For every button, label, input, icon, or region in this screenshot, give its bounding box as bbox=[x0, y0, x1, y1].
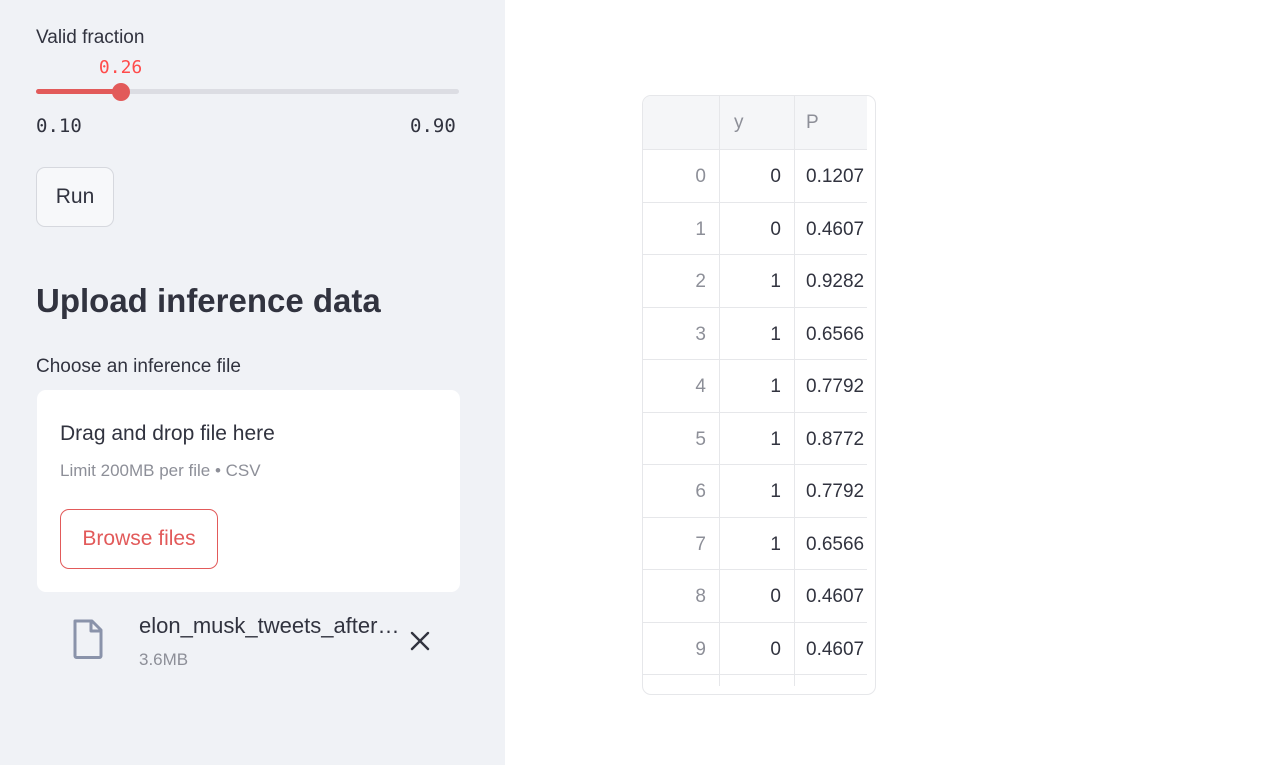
cell-p-value: 0.4607 bbox=[806, 586, 865, 607]
cell-p-value: 0.7792 bbox=[806, 376, 865, 397]
cell-y-value: 0 bbox=[770, 586, 781, 607]
cell-p-value: 0.4607 bbox=[806, 638, 865, 660]
file-dropzone[interactable]: Drag and drop file here Limit 200MB per … bbox=[37, 390, 460, 592]
column-divider bbox=[794, 96, 795, 686]
cell-y-value: 1 bbox=[770, 533, 781, 555]
uploaded-file-size: 3.6MB bbox=[139, 650, 189, 669]
cell-p-value: 0.4607 bbox=[806, 218, 865, 240]
table-row[interactable]: 3 1 0.6566 bbox=[643, 308, 867, 360]
cell-p-value: 0.6566 bbox=[806, 323, 865, 345]
slider-fill bbox=[36, 89, 121, 94]
uploaded-file-name: elon_musk_tweets_after_cleaning.csv bbox=[139, 613, 407, 638]
column-header-y[interactable]: y bbox=[734, 112, 744, 134]
file-icon bbox=[73, 619, 103, 659]
table-row[interactable]: 7 1 0.6566 bbox=[643, 518, 867, 570]
row-index: 9 bbox=[695, 638, 706, 660]
slider-value: 0.26 bbox=[98, 57, 143, 78]
cell-y-value: 0 bbox=[770, 638, 781, 660]
table-row[interactable]: 9 0 0.4607 bbox=[643, 623, 867, 675]
slider-label: Valid fraction bbox=[36, 27, 145, 48]
row-index: 1 bbox=[695, 218, 706, 240]
table-row[interactable]: 2 1 0.9282 bbox=[643, 255, 867, 308]
cell-y-value: 1 bbox=[770, 428, 781, 450]
column-header-p[interactable]: P bbox=[806, 112, 819, 134]
table-header: y P bbox=[643, 96, 867, 150]
column-divider bbox=[719, 96, 720, 686]
table-row[interactable]: 6 1 0.7792 bbox=[643, 465, 867, 518]
slider-min-label: 0.10 bbox=[36, 115, 82, 137]
cell-y-value: 0 bbox=[770, 166, 781, 187]
cell-y-value: 0 bbox=[770, 218, 781, 240]
table-row[interactable]: 4 1 0.7792 bbox=[643, 360, 867, 413]
row-index: 3 bbox=[695, 323, 706, 345]
results-table[interactable]: y P 0 0 0.1207 1 0 0.4607 2 1 0.9282 3 1 0.6566 4 1 0.… bbox=[642, 95, 876, 695]
valid-fraction-slider[interactable] bbox=[36, 82, 459, 101]
table-row[interactable]: 5 1 0.8772 bbox=[643, 413, 867, 465]
row-index: 5 bbox=[695, 428, 706, 450]
dropzone-title: Drag and drop file here bbox=[60, 422, 275, 445]
uploader-label: Choose an inference file bbox=[36, 356, 241, 377]
section-heading: Upload inference data bbox=[36, 282, 381, 319]
slider-max-label: 0.90 bbox=[410, 115, 456, 137]
row-index: 7 bbox=[695, 533, 706, 555]
cell-y-value: 1 bbox=[770, 481, 781, 502]
table-row[interactable]: 8 0 0.4607 bbox=[643, 570, 867, 623]
sidebar: Valid fraction 0.26 0.10 0.90 Run Upload… bbox=[0, 0, 505, 765]
run-button[interactable]: Run bbox=[36, 167, 114, 227]
cell-p-value: 0.9282 bbox=[806, 271, 865, 292]
cell-p-value: 0.7792 bbox=[806, 481, 865, 502]
row-index: 2 bbox=[695, 271, 706, 292]
cell-p-value: 0.6566 bbox=[806, 533, 865, 555]
cell-p-value: 0.1207 bbox=[806, 166, 865, 187]
row-index: 6 bbox=[695, 481, 706, 502]
browse-files-button[interactable]: Browse files bbox=[60, 509, 218, 569]
table-row[interactable]: 0 0 0.1207 bbox=[643, 150, 867, 203]
cell-y-value: 1 bbox=[770, 323, 781, 345]
row-index: 8 bbox=[695, 586, 706, 607]
close-icon[interactable] bbox=[408, 629, 432, 653]
table-row[interactable]: 1 0 0.4607 bbox=[643, 203, 867, 255]
slider-thumb[interactable] bbox=[111, 82, 130, 101]
cell-y-value: 1 bbox=[770, 271, 781, 292]
row-index: 0 bbox=[695, 166, 706, 187]
row-index: 4 bbox=[695, 376, 706, 397]
cell-p-value: 0.8772 bbox=[806, 428, 865, 450]
dropzone-limit-text: Limit 200MB per file • CSV bbox=[60, 461, 261, 480]
cell-y-value: 1 bbox=[770, 376, 781, 397]
